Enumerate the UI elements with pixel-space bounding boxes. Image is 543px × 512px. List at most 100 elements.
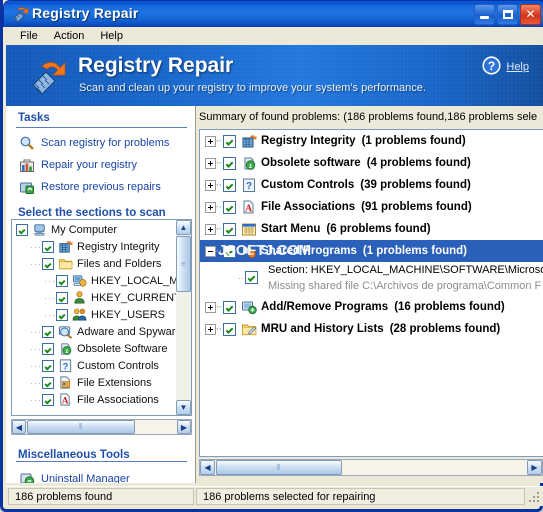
svg-text:z: z <box>65 348 68 355</box>
section-label: Adware and Spyware <box>77 325 182 338</box>
problem-category-checkbox[interactable] <box>223 134 236 148</box>
expand-icon[interactable] <box>205 201 216 213</box>
problems-scroll-left-button[interactable]: ◀ <box>200 460 215 475</box>
problem-category-row[interactable]: ·· Add/Remove Programs (16 problems found) <box>200 296 543 318</box>
problems-scroll-right-button[interactable]: ▶ <box>527 460 542 475</box>
title-bar: Registry Repair ✕ <box>3 0 543 27</box>
menu-item-action[interactable]: Action <box>46 29 93 43</box>
expand-icon[interactable] <box>205 223 216 235</box>
section-checkbox[interactable] <box>42 376 54 389</box>
problem-category-row[interactable]: ··? Custom Controls (39 problems found) <box>200 174 543 196</box>
problem-category-checkbox[interactable] <box>223 178 236 192</box>
sidebar-section-row[interactable]: ··· HKEY_LOCAL_MAC <box>12 272 191 289</box>
misc-uninstall-manager[interactable]: Uninstall Manager <box>6 468 130 483</box>
problem-category-row[interactable]: ·· z Obsolete software (4 problems found) <box>200 152 543 174</box>
tasks-header: Tasks <box>18 112 50 124</box>
problem-category-row[interactable]: ·· Start Menu (6 problems found) <box>200 218 543 240</box>
task-repair-registry[interactable]: Repair your registry <box>6 154 195 176</box>
section-checkbox[interactable] <box>42 342 54 355</box>
help-link[interactable]: Help <box>506 61 529 73</box>
sidebar-section-row[interactable]: ··· Registry Integrity <box>12 238 175 255</box>
section-checkbox[interactable] <box>42 257 54 270</box>
problem-category-count: (1 problems found) <box>361 135 466 147</box>
sidebar-section-row[interactable]: ··· Files and Folders <box>12 255 175 272</box>
section-label: Custom Controls <box>77 359 159 372</box>
section-checkbox[interactable] <box>42 393 54 406</box>
expand-icon[interactable] <box>205 135 216 147</box>
banner-subtitle: Scan and clean up your registry to impro… <box>79 82 426 94</box>
task-scan-registry-label[interactable]: Scan registry for problems <box>41 137 169 149</box>
collapse-icon[interactable] <box>205 245 216 257</box>
section-checkbox[interactable] <box>42 240 54 253</box>
problem-category-label: Add/Remove Programs <box>261 301 389 313</box>
section-checkbox[interactable] <box>56 291 68 304</box>
misc-uninstall-manager-label[interactable]: Uninstall Manager <box>41 473 130 483</box>
tree-guide-icon: ·· <box>216 302 222 312</box>
custom-controls-icon: ? <box>241 177 257 193</box>
section-checkbox[interactable] <box>16 223 28 236</box>
sidebar-section-row[interactable]: ··· HKEY_CURRENT_U <box>12 289 191 306</box>
problem-category-row[interactable]: ·· A File Associations (91 problems found) <box>200 196 543 218</box>
task-scan-registry[interactable]: Scan registry for problems <box>6 132 195 154</box>
minimize-button[interactable] <box>474 4 495 25</box>
task-restore-repairs-label[interactable]: Restore previous repairs <box>41 181 161 193</box>
problem-category-checkbox[interactable] <box>223 322 236 336</box>
section-checkbox[interactable] <box>56 308 68 321</box>
problem-detail-checkbox[interactable] <box>245 271 258 284</box>
sidebar-section-row[interactable]: ··· A File Associations <box>12 391 175 408</box>
sidebar-section-row[interactable]: ··· z Obsolete Software <box>12 340 175 357</box>
summary-label: Summary of found problems: (186 problems… <box>199 111 538 123</box>
expand-icon[interactable] <box>205 323 216 335</box>
horizontal-scroll-thumb[interactable]: ⦀ <box>27 420 135 434</box>
problem-detail-row[interactable]: ·· Section: HKEY_LOCAL_MACHINE\SOFTWARE\M… <box>200 262 543 296</box>
problems-horizontal-scroll-thumb[interactable]: ⦀ <box>216 460 342 475</box>
menu-item-file[interactable]: File <box>12 29 46 43</box>
scroll-left-button[interactable]: ◀ <box>12 420 26 434</box>
maximize-button[interactable] <box>497 4 518 25</box>
sidebar-section-row[interactable]: ··· HKEY_USERS <box>12 306 175 323</box>
problem-category-row[interactable]: ·· MRU and History Lists (28 problems foun… <box>200 318 543 340</box>
menu-item-help[interactable]: Help <box>92 29 131 43</box>
vertical-scroll-thumb[interactable]: ≡ <box>176 236 191 292</box>
section-label: HKEY_USERS <box>91 308 165 321</box>
problem-category-label: Custom Controls <box>261 179 355 191</box>
sidebar-section-row[interactable]: ···? Custom Controls <box>12 357 175 374</box>
tree-guide-icon: ·· <box>216 180 222 190</box>
expand-icon[interactable] <box>205 157 216 169</box>
section-checkbox[interactable] <box>56 274 68 287</box>
problems-tree-horizontal-scrollbar[interactable]: ◀ ⦀ ▶ <box>199 459 543 476</box>
problem-category-checkbox[interactable] <box>223 300 236 314</box>
status-problems-selected: 186 problems selected for repairing <box>196 488 525 505</box>
folder-icon <box>58 256 74 272</box>
problem-category-checkbox[interactable] <box>223 244 236 258</box>
problem-category-row[interactable]: ·· Registry Integrity (1 problems found) <box>200 130 543 152</box>
sidebar-section-row[interactable]: ··· File Extensions <box>12 374 175 391</box>
problems-tree[interactable]: ·· Registry Integrity (1 problems found) ··… <box>199 129 543 457</box>
close-button[interactable]: ✕ <box>520 4 541 25</box>
expand-icon[interactable] <box>205 179 216 191</box>
problem-category-checkbox[interactable] <box>223 156 236 170</box>
sidebar-section-row[interactable]: ··· Adware and Spyware <box>12 323 182 340</box>
scroll-down-button[interactable]: ▼ <box>176 400 191 415</box>
resize-grip[interactable] <box>526 489 540 503</box>
sidebar-section-row[interactable]: My Computer <box>12 221 175 238</box>
section-checkbox[interactable] <box>42 325 54 338</box>
problem-category-count: (28 problems found) <box>389 323 501 335</box>
help-link-group[interactable]: ? Help <box>482 56 529 78</box>
sections-tree-horizontal-scrollbar[interactable]: ◀ ⦀ ▶ <box>11 419 192 435</box>
mru-icon <box>241 321 257 337</box>
task-repair-registry-label[interactable]: Repair your registry <box>41 159 137 171</box>
section-label: File Extensions <box>77 376 152 389</box>
sections-tree[interactable]: My Computer ··· Registry Integrity ··· Files… <box>11 219 192 416</box>
file-associations-icon: A <box>58 392 74 408</box>
registry-repair-logo-icon <box>28 57 68 95</box>
sections-tree-vertical-scrollbar[interactable]: ▲ ≡ ▼ <box>176 220 191 415</box>
scroll-up-button[interactable]: ▲ <box>176 220 191 235</box>
section-checkbox[interactable] <box>42 359 54 372</box>
problem-category-checkbox[interactable] <box>223 200 236 214</box>
problem-category-row[interactable]: ·· Shared Programs (1 problems found) <box>200 240 543 262</box>
problem-category-checkbox[interactable] <box>223 222 236 236</box>
task-restore-repairs[interactable]: Restore previous repairs <box>6 176 195 198</box>
expand-icon[interactable] <box>205 301 216 313</box>
scroll-right-button[interactable]: ▶ <box>177 420 191 434</box>
